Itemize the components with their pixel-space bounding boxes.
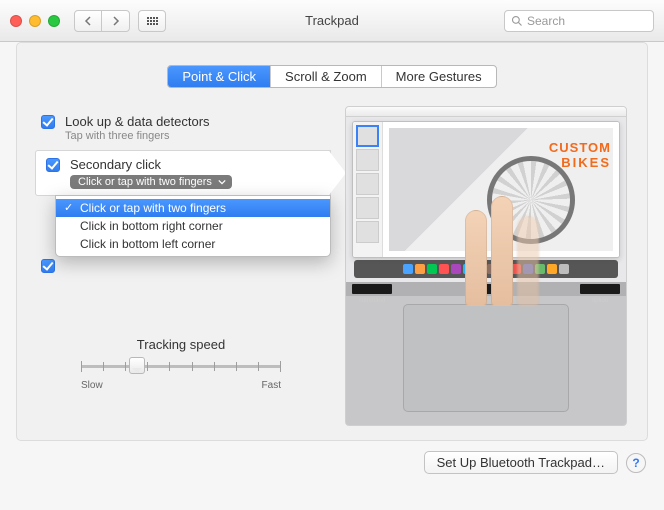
forward-button[interactable] — [102, 10, 130, 32]
chevron-down-icon — [218, 178, 226, 186]
checkbox-lookup[interactable] — [41, 115, 55, 129]
titlebar: Trackpad Search — [0, 0, 664, 42]
preview-hand — [453, 186, 563, 306]
secondary-dropdown: Click or tap with two fingers Click in b… — [55, 195, 331, 257]
option-secondary-title: Secondary click — [70, 157, 232, 172]
tab-scroll-zoom[interactable]: Scroll & Zoom — [271, 66, 382, 87]
tracking-label: Tracking speed — [31, 337, 331, 352]
tab-point-click[interactable]: Point & Click — [168, 66, 271, 87]
search-icon — [511, 15, 523, 27]
dropdown-item-2[interactable]: Click in bottom left corner — [56, 235, 330, 253]
option-secondary: Secondary click Click or tap with two fi… — [35, 150, 331, 196]
dropdown-item-1[interactable]: Click in bottom right corner — [56, 217, 330, 235]
close-icon[interactable] — [10, 15, 22, 27]
slider-max: Fast — [262, 380, 281, 391]
search-input[interactable]: Search — [504, 10, 654, 32]
minimize-icon[interactable] — [29, 15, 41, 27]
dropdown-item-0[interactable]: Click or tap with two fingers — [56, 199, 330, 217]
secondary-select[interactable]: Click or tap with two fingers — [70, 175, 232, 189]
slider-min: Slow — [81, 380, 103, 391]
tab-bar: Point & Click Scroll & Zoom More Gesture… — [167, 65, 496, 88]
tab-more-gestures[interactable]: More Gestures — [382, 66, 496, 87]
back-button[interactable] — [74, 10, 102, 32]
gesture-preview: CUSTOM BIKES command command option — [345, 106, 627, 426]
help-button[interactable]: ? — [626, 453, 646, 473]
preview-text-1: CUSTOM — [549, 140, 611, 155]
option-lookup-sub: Tap with three fingers — [65, 130, 210, 142]
bluetooth-button[interactable]: Set Up Bluetooth Trackpad… — [424, 451, 618, 474]
grid-icon — [147, 17, 158, 25]
slider-knob[interactable] — [129, 357, 145, 374]
preview-text-2: BIKES — [549, 155, 611, 170]
secondary-select-value: Click or tap with two fingers — [78, 176, 212, 188]
checkbox-extra[interactable] — [41, 259, 55, 273]
option-lookup: Look up & data detectors Tap with three … — [31, 106, 331, 150]
options-column: Look up & data detectors Tap with three … — [31, 106, 331, 426]
checkbox-secondary[interactable] — [46, 158, 60, 172]
footer: Set Up Bluetooth Trackpad… ? — [0, 451, 664, 484]
tracking-speed: Tracking speed Slow Fast — [31, 337, 331, 391]
zoom-icon[interactable] — [48, 15, 60, 27]
option-lookup-title: Look up & data detectors — [65, 114, 210, 129]
pref-panel: Point & Click Scroll & Zoom More Gesture… — [16, 42, 648, 441]
preview-trackpad — [403, 304, 569, 412]
window-controls — [10, 15, 60, 27]
nav-buttons — [74, 10, 130, 32]
search-placeholder: Search — [527, 14, 565, 28]
show-all-button[interactable] — [138, 10, 166, 32]
preview-menubar — [346, 107, 626, 117]
tracking-slider[interactable] — [81, 356, 281, 376]
